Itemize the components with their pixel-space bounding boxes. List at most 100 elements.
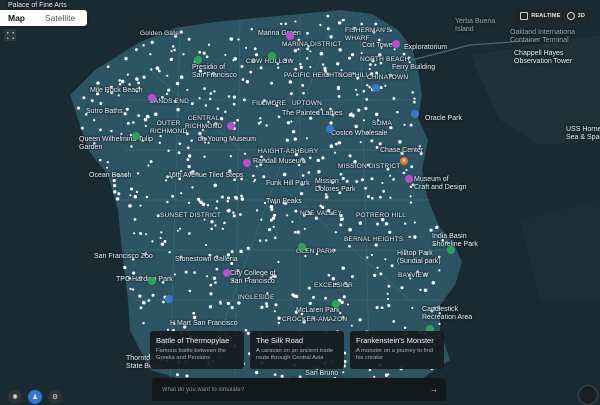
settings-icon[interactable]: ⚙ [48,390,62,404]
user-avatar[interactable] [578,385,598,405]
activity-dot [167,149,170,153]
activity-dot [106,166,109,169]
activity-dot [293,230,297,234]
activity-dot [389,196,392,199]
activity-dot [366,256,369,259]
shop-pin-icon[interactable] [165,295,173,303]
3d-toggle[interactable]: 3D [566,12,585,20]
landmark-pin-icon[interactable] [372,84,380,92]
museum-pin-icon[interactable] [148,94,156,102]
label-funk-hill: Funk Hill Park [266,180,310,187]
activity-dot [373,273,377,277]
activity-dot [438,322,441,326]
activity-dot [254,370,259,375]
simulation-prompt-input[interactable] [160,385,414,394]
activity-dot [90,99,94,103]
realtime-label: REALTIME [531,13,561,19]
park-pin-icon[interactable] [298,243,306,251]
activity-dot [365,83,369,87]
activity-dot [190,102,194,106]
activity-dot [163,239,167,243]
label-hilltop: Hilltop Park (Sundial park) [397,250,441,265]
activity-dot [375,146,379,149]
stadium-pin-icon[interactable] [411,110,419,118]
activity-dot [240,194,243,198]
activity-dot [277,66,280,69]
activity-dot [358,318,362,322]
activity-dot [215,200,219,203]
activity-dot [142,301,146,305]
activity-dot [142,75,146,79]
activity-dot [380,306,384,310]
activity-dot [294,67,298,71]
activity-dot [170,50,173,53]
museum-pin-icon[interactable] [243,159,251,167]
activity-dot [374,22,378,26]
suggestion-card[interactable]: The Silk Road A caravan on an ancient tr… [250,331,344,369]
card-description: Famous battle between the Greeks and Per… [156,348,226,361]
activity-dot [204,104,208,107]
card-description: A monster on a journey to find his creat… [356,348,434,361]
submit-arrow-icon[interactable]: → [430,385,438,394]
label-noe-valley: NOE VALLEY [300,210,342,217]
activity-dot [378,195,382,199]
sun-icon[interactable]: ✺ [8,390,22,404]
park-pin-icon[interactable] [268,52,276,60]
shop-pin-icon[interactable] [326,125,334,133]
person-icon[interactable]: ♟ [28,390,42,404]
activity-dot [384,258,387,261]
park-pin-icon[interactable] [332,300,340,308]
activity-dot [296,230,300,234]
activity-dot [209,92,213,95]
park-pin-icon[interactable] [194,56,202,64]
label-marina-district: MARINA DISTRICT [282,41,342,48]
activity-dot [286,214,289,217]
park-pin-icon[interactable] [132,132,140,140]
activity-dot [291,129,296,134]
activity-dot [145,195,149,199]
activity-dot [258,239,262,242]
museum-pin-icon[interactable] [392,40,400,48]
label-stonestown: Stonestown Galleria [175,256,238,263]
card-description: A caravan on an ancient trade route thro… [256,348,334,361]
activity-dot [324,195,329,199]
activity-dot [413,100,416,104]
activity-dot [179,30,183,34]
school-pin-icon[interactable] [223,269,231,277]
activity-dot [98,128,102,132]
golf-pin-icon[interactable] [148,277,156,285]
activity-dot [370,177,374,181]
museum-pin-icon[interactable] [286,32,294,40]
fullscreen-button[interactable] [4,29,16,41]
activity-dot [285,138,289,142]
museum-pin-icon[interactable] [405,175,413,183]
activity-dot [368,368,372,372]
activity-dot [350,324,353,327]
tab-map[interactable]: Map [0,10,33,26]
museum-pin-icon[interactable] [227,122,235,130]
arena-pin-icon[interactable]: ★ [400,157,408,165]
label-mclaren: McLaren Park [296,307,340,314]
activity-dot [387,373,390,376]
top-right-toolbar: REALTIME 3D [515,9,590,23]
activity-dot [253,47,257,51]
realtime-toggle[interactable]: REALTIME [520,12,560,20]
activity-dot [223,221,226,225]
activity-dot [128,83,131,86]
activity-dot [370,139,374,143]
park-pin-icon[interactable] [447,246,455,254]
activity-dot [326,27,330,31]
activity-dot [175,373,180,377]
suggestion-card[interactable]: Battle of Thermopylae Famous battle betw… [150,331,244,369]
tab-satellite[interactable]: Satellite [33,10,87,26]
activity-dot [192,311,196,315]
label-pacific-heights: PACIFIC HEIGHTS [284,72,343,79]
activity-dot [113,190,117,194]
activity-dot [171,45,175,48]
activity-dot [375,305,379,310]
activity-dot [132,121,135,124]
activity-dot [265,124,268,127]
activity-dot [125,107,129,111]
activity-dot [145,233,148,236]
suggestion-card[interactable]: Frankenstein's Monster A monster on a jo… [350,331,444,369]
